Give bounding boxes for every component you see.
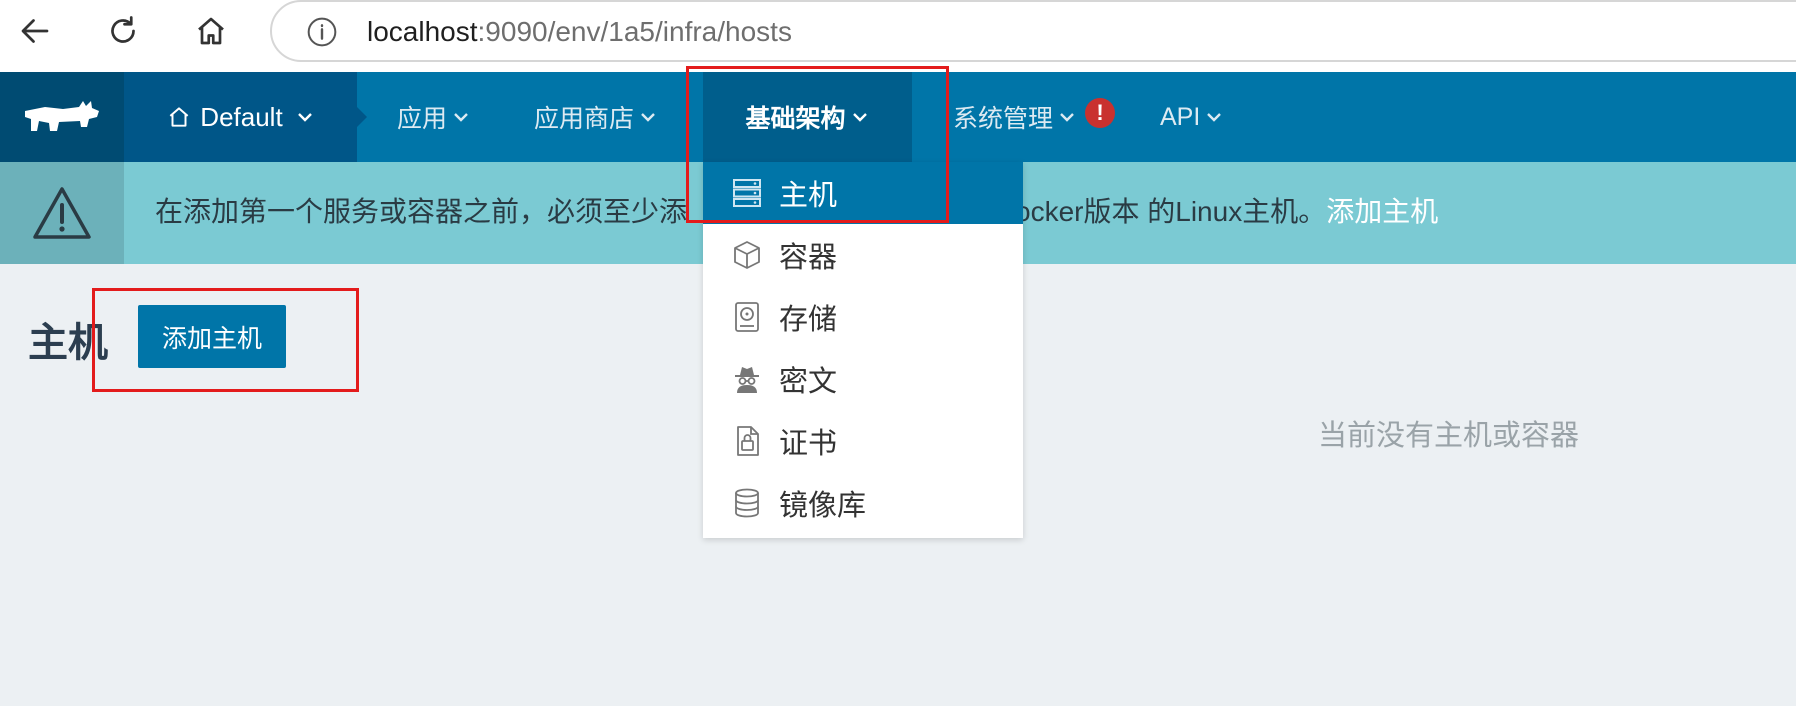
dropdown-item-storage[interactable]: 存储 bbox=[703, 286, 1023, 348]
dropdown-item-label: 证书 bbox=[779, 428, 838, 460]
menu-catalog-label: 应用商店 bbox=[534, 105, 635, 133]
page-title: 主机 bbox=[28, 321, 108, 365]
dropdown-item-registries[interactable]: 镜像库 bbox=[703, 472, 1023, 534]
dropdown-item-label: 密文 bbox=[779, 366, 838, 398]
home-button[interactable] bbox=[184, 8, 238, 54]
menu-catalog[interactable]: 应用商店 bbox=[534, 72, 658, 162]
url-host: localhost bbox=[367, 16, 478, 47]
menu-admin-label: 系统管理 bbox=[953, 105, 1054, 133]
server-icon bbox=[731, 177, 763, 209]
hard-drive-icon bbox=[731, 301, 763, 333]
chevron-down-icon bbox=[1207, 113, 1222, 122]
home-icon bbox=[169, 107, 189, 127]
warning-text-end: ocker版本 的Linux主机。 bbox=[1015, 196, 1327, 227]
chevron-down-icon bbox=[454, 113, 468, 122]
home-icon bbox=[198, 17, 224, 45]
menu-apps-label: 应用 bbox=[397, 105, 448, 133]
chevron-down-icon bbox=[641, 113, 655, 122]
menu-infrastructure-label: 基础架构 bbox=[745, 105, 846, 133]
infrastructure-dropdown: 主机 容器 存储 密文 证书 镜像库 bbox=[703, 162, 1023, 538]
spy-icon bbox=[731, 363, 763, 395]
info-icon[interactable] bbox=[306, 16, 338, 48]
dropdown-item-label: 容器 bbox=[779, 242, 838, 274]
chevron-down-icon bbox=[297, 113, 312, 122]
menu-api-label: API bbox=[1160, 102, 1201, 131]
empty-state-message: 当前没有主机或容器 bbox=[1318, 420, 1580, 452]
arrow-left-icon bbox=[21, 19, 49, 43]
chevron-down-icon bbox=[852, 113, 867, 122]
browser-toolbar: localhost:9090/env/1a5/infra/hosts bbox=[0, 0, 1796, 72]
add-host-link[interactable]: 添加主机 bbox=[1326, 196, 1438, 227]
dropdown-item-label: 主机 bbox=[779, 180, 838, 212]
menu-api[interactable]: API bbox=[1160, 72, 1224, 162]
dropdown-item-certificates[interactable]: 证书 bbox=[703, 410, 1023, 472]
top-navbar: Default 应用 应用商店 基础架构 系统管理 ! API bbox=[0, 72, 1796, 162]
reload-button[interactable] bbox=[96, 8, 150, 54]
alert-badge[interactable]: ! bbox=[1085, 98, 1115, 128]
url-text: localhost:9090/env/1a5/infra/hosts bbox=[367, 16, 792, 48]
menu-infrastructure[interactable]: 基础架构 bbox=[703, 72, 912, 162]
warning-icon-box bbox=[0, 162, 124, 264]
rancher-logo[interactable] bbox=[0, 72, 124, 162]
dropdown-item-secrets[interactable]: 密文 bbox=[703, 348, 1023, 410]
warning-text-start: 在添加第一个服务或容器之前，必须至少添 bbox=[155, 196, 688, 227]
certificate-icon bbox=[731, 425, 763, 457]
cube-icon bbox=[731, 239, 763, 271]
environment-selector[interactable]: Default bbox=[124, 72, 367, 162]
back-button[interactable] bbox=[8, 8, 62, 54]
dropdown-item-label: 镜像库 bbox=[779, 490, 867, 522]
dropdown-item-hosts[interactable]: 主机 bbox=[703, 162, 1023, 224]
cow-logo-icon bbox=[25, 101, 99, 131]
chevron-down-icon bbox=[1060, 113, 1074, 122]
menu-apps[interactable]: 应用 bbox=[397, 72, 471, 162]
reload-icon bbox=[111, 16, 135, 43]
environment-label: Default bbox=[200, 101, 283, 132]
menu-admin[interactable]: 系统管理 bbox=[953, 72, 1077, 162]
address-bar[interactable]: localhost:9090/env/1a5/infra/hosts bbox=[270, 0, 1796, 62]
dropdown-item-label: 存储 bbox=[779, 304, 838, 336]
add-host-button[interactable]: 添加主机 bbox=[138, 305, 286, 368]
database-icon bbox=[731, 487, 763, 519]
url-path: :9090/env/1a5/infra/hosts bbox=[477, 16, 792, 47]
warning-icon bbox=[33, 187, 91, 239]
dropdown-item-containers[interactable]: 容器 bbox=[703, 224, 1023, 286]
